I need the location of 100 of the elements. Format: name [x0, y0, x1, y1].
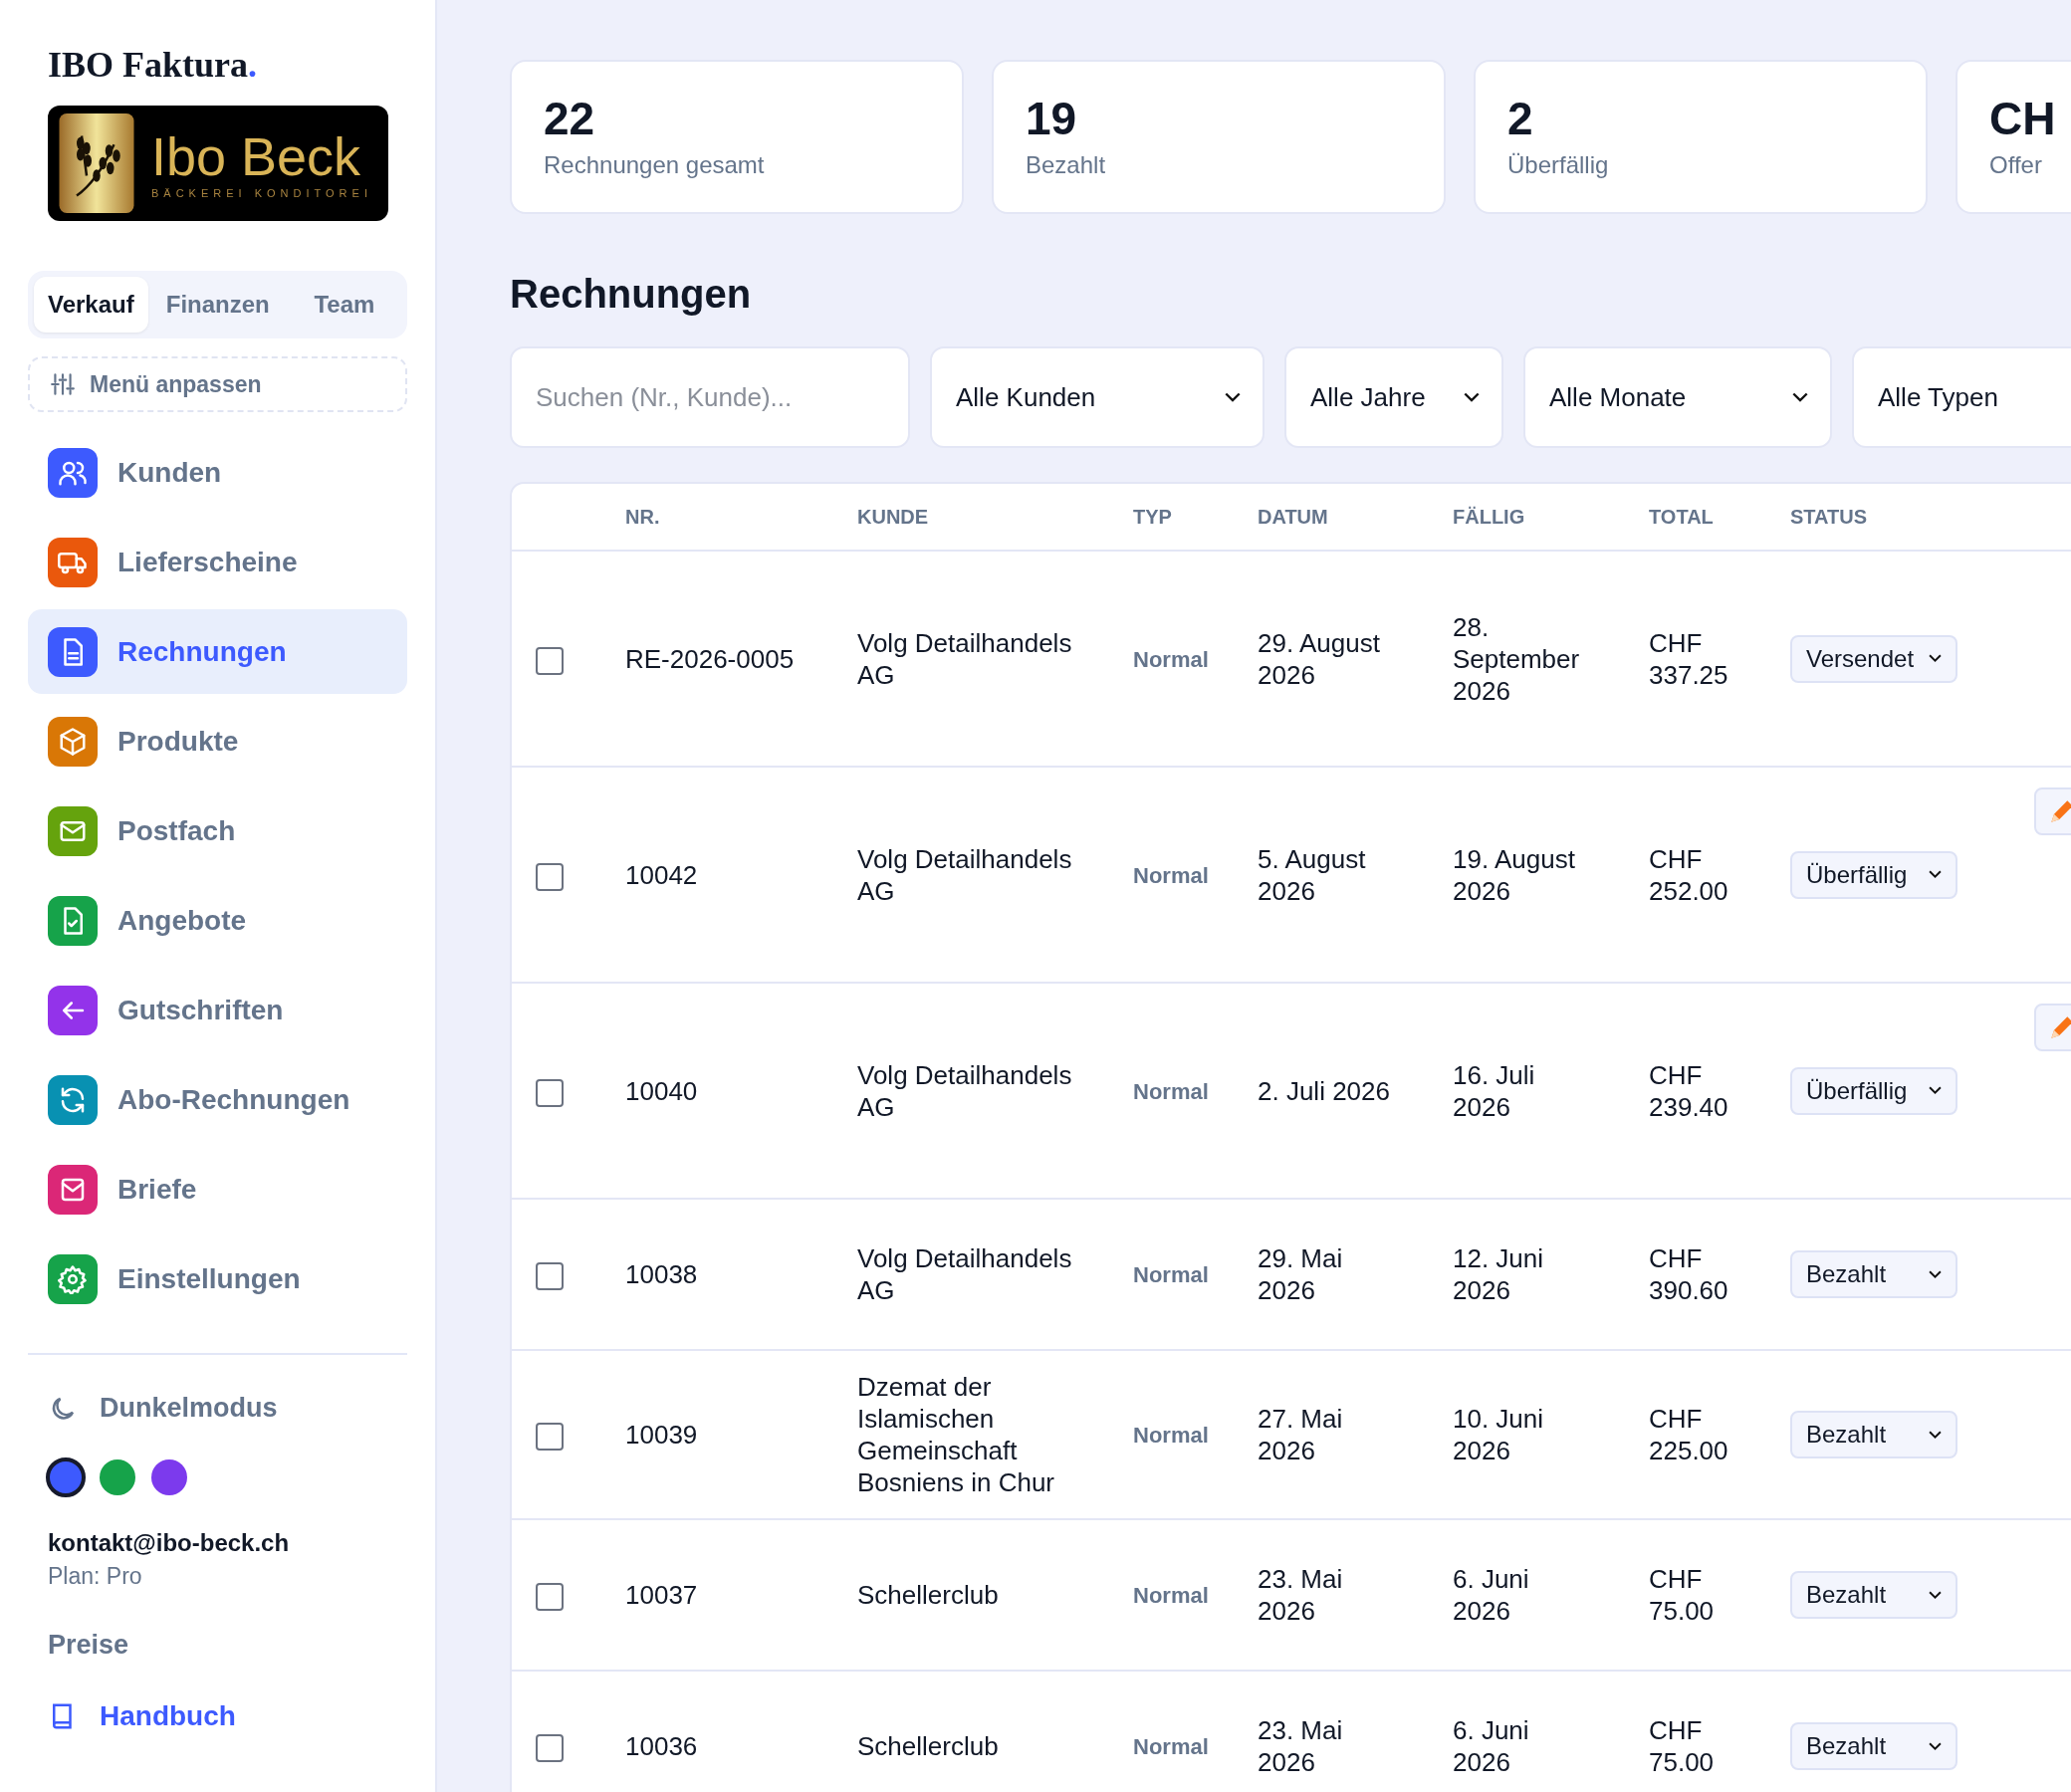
nav-item[interactable]: Produkte — [28, 699, 407, 784]
customer-name: Volg Detailhandels AG — [857, 1243, 1072, 1305]
nav-item[interactable]: Briefe — [28, 1147, 407, 1232]
column-header: DATUM — [1258, 505, 1328, 528]
invoice-date: 29. Mai 2026 — [1258, 1243, 1343, 1305]
column-header: TYP — [1133, 505, 1172, 528]
stat-value: 22 — [544, 92, 596, 145]
invoice-number: 10037 — [625, 1580, 698, 1610]
due-date: 12. Juni 2026 — [1453, 1243, 1544, 1305]
theme-swatch[interactable] — [151, 1459, 187, 1495]
invoice-number: RE-2026-0005 — [625, 643, 795, 674]
status-dropdown[interactable]: Bezahlt — [1790, 1722, 1957, 1770]
due-date: 6. Juni 2026 — [1453, 1564, 1529, 1626]
nav-item[interactable]: Lieferscheine — [28, 520, 407, 604]
stat-value: 2 — [1507, 92, 1534, 145]
invoice-type: Normal — [1133, 1734, 1209, 1759]
status-dropdown[interactable]: Versendet — [1790, 634, 1957, 683]
theme-swatch[interactable] — [100, 1459, 135, 1495]
customer-name: Volg Detailhandels AG — [857, 843, 1072, 906]
invoice-number: 10036 — [625, 1731, 698, 1761]
caret-icon — [1792, 391, 1808, 403]
row-checkbox[interactable] — [536, 1423, 564, 1452]
invoice-total: CHF 225.00 — [1649, 1404, 1728, 1465]
row-checkbox[interactable] — [536, 1734, 564, 1763]
nav-item[interactable]: Gutschriften — [28, 968, 407, 1052]
nav-item[interactable]: Postfach — [28, 788, 407, 873]
column-header: STATUS — [1790, 505, 1868, 528]
invoice-type: Normal — [1133, 1078, 1209, 1104]
caret-icon — [1225, 391, 1241, 403]
due-date: 19. August 2026 — [1453, 843, 1575, 906]
caret-icon — [1929, 1741, 1942, 1751]
due-date: 16. Juli 2026 — [1453, 1059, 1535, 1122]
filter-dropdown[interactable]: Alle Monate — [1523, 346, 1832, 448]
status-dropdown[interactable]: Bezahlt — [1790, 1250, 1957, 1298]
invoice-type: Normal — [1133, 1423, 1209, 1448]
section-tab[interactable]: Verkauf — [34, 277, 148, 333]
invoice-total: CHF 252.00 — [1649, 843, 1728, 906]
nav-item[interactable]: Abo-Rechnungen — [28, 1057, 407, 1142]
caret-icon — [1929, 1590, 1942, 1600]
theme-swatch[interactable] — [48, 1459, 84, 1495]
invoice-date: 2. Juli 2026 — [1258, 1075, 1390, 1106]
invoice-type: Normal — [1133, 646, 1209, 672]
invoice-type: Normal — [1133, 1262, 1209, 1287]
brand-dot: . — [248, 45, 258, 85]
row-checkbox[interactable] — [536, 1583, 564, 1612]
row-checkbox[interactable] — [536, 1078, 564, 1107]
nav-item[interactable]: Kunden — [28, 430, 407, 515]
customer-name: Volg Detailhandels AG — [857, 627, 1072, 690]
nav-item[interactable]: Einstellungen — [28, 1236, 407, 1321]
status-dropdown[interactable]: Bezahlt — [1790, 1411, 1957, 1458]
caret-icon — [1929, 870, 1942, 879]
stat-value: CH — [1989, 92, 2057, 145]
invoice-total: CHF 337.25 — [1649, 627, 1728, 690]
customize-menu-button[interactable]: Menü anpassen — [28, 356, 407, 412]
caret-icon — [1464, 391, 1480, 403]
status-dropdown[interactable]: Überfällig — [1790, 850, 1957, 899]
invoice-date: 5. August 2026 — [1258, 843, 1366, 906]
filter-dropdown[interactable]: Alle Kunden — [930, 346, 1265, 448]
row-checkbox[interactable] — [536, 646, 564, 675]
filter-dropdown[interactable]: Alle Jahre — [1284, 346, 1503, 448]
invoice-number: 10042 — [625, 859, 698, 890]
column-header: TOTAL — [1649, 505, 1714, 528]
invoice-total: CHF 390.60 — [1649, 1243, 1728, 1305]
column-header: NR. — [625, 505, 660, 528]
column-header: FÄLLIG — [1453, 505, 1525, 528]
invoice-total: CHF 239.40 — [1649, 1059, 1728, 1122]
customer-name: Schellerclub — [857, 1580, 999, 1610]
customer-name: Dzemat der Islamischen Gemeinschaft Bosniens in Chur — [857, 1372, 1054, 1497]
status-dropdown[interactable]: Überfällig — [1790, 1066, 1957, 1115]
logo-tagline: BÄCKEREI KONDITOREI — [151, 186, 372, 199]
column-header: KUNDE — [857, 505, 929, 528]
invoice-type: Normal — [1133, 862, 1209, 888]
pricing-link[interactable]: Preise — [28, 1630, 129, 1661]
sliders-icon — [50, 371, 76, 397]
page-heading: Rechnungen — [510, 272, 753, 317]
app-title: IBO Faktura — [48, 45, 249, 85]
invoice-total: CHF 75.00 — [1649, 1715, 1715, 1777]
manual-link[interactable]: Handbuch — [28, 1700, 236, 1732]
section-tab[interactable]: Team — [287, 277, 401, 333]
due-date: 10. Juni 2026 — [1453, 1404, 1544, 1465]
invoice-type: Normal — [1133, 1583, 1209, 1608]
stat-label: Rechnungen gesamt — [544, 151, 766, 179]
invoice-date: 23. Mai 2026 — [1258, 1715, 1343, 1777]
row-checkbox[interactable] — [536, 1262, 564, 1291]
caret-icon — [1929, 1086, 1942, 1095]
search-field[interactable]: Suchen (Nr., Kunde)... — [510, 346, 910, 448]
logo-wordmark: Ibo Beck — [151, 127, 362, 187]
row-checkbox[interactable] — [536, 862, 564, 891]
section-tab[interactable]: Finanzen — [151, 277, 284, 333]
dark-mode-toggle[interactable]: Dunkelmodus — [28, 1393, 298, 1424]
status-dropdown[interactable]: Bezahlt — [1790, 1571, 1957, 1619]
invoice-date: 27. Mai 2026 — [1258, 1404, 1343, 1465]
nav-item[interactable]: Angebote — [28, 878, 407, 963]
nav-item[interactable]: Rechnungen — [28, 609, 407, 694]
invoice-number: 10038 — [625, 1259, 698, 1289]
invoice-date: 23. Mai 2026 — [1258, 1564, 1343, 1626]
filter-dropdown[interactable]: Alle Typen — [1852, 346, 2071, 448]
account-plan: Plan: Pro — [47, 1563, 143, 1590]
invoice-number: 10040 — [625, 1075, 698, 1106]
stat-label: Offer — [1989, 151, 2043, 179]
